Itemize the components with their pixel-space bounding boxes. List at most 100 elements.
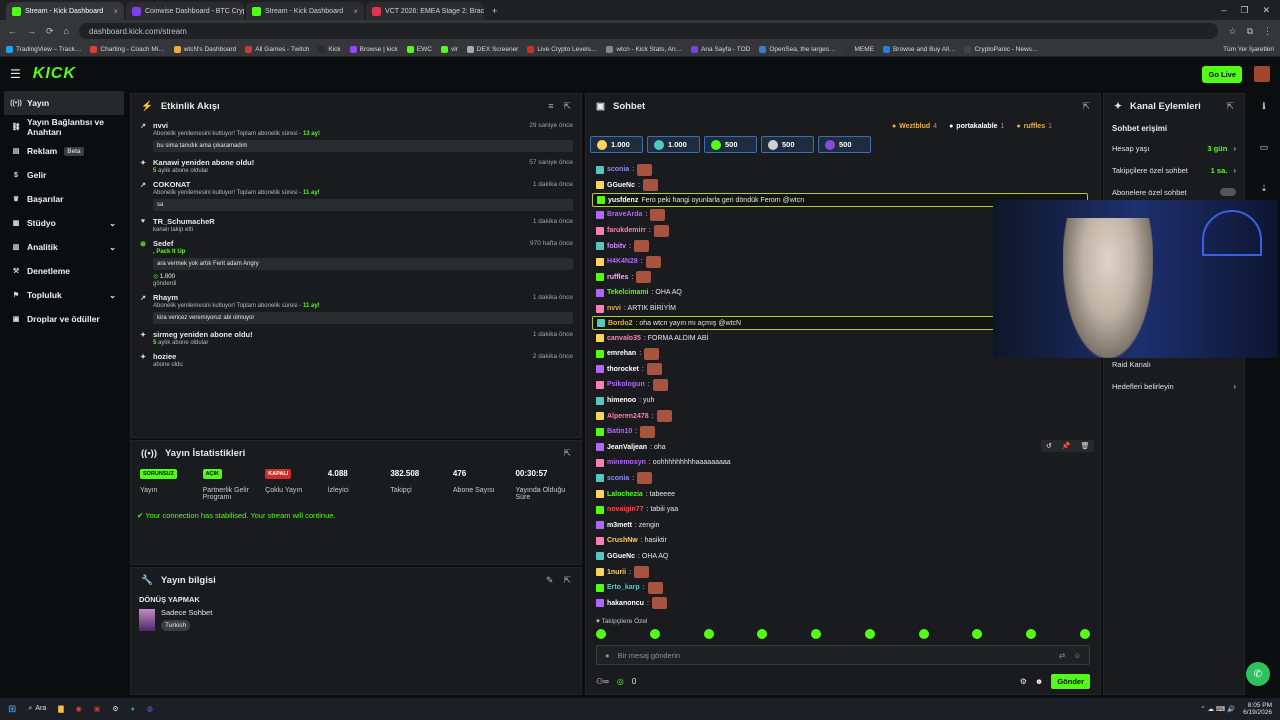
popout-icon[interactable]: ⇱ [1226, 101, 1234, 112]
chat-username[interactable]: yusfdenz [608, 197, 638, 204]
chat-username[interactable]: sconia [607, 166, 629, 173]
smiley-icon[interactable]: ☺ [1073, 651, 1081, 660]
chat-username[interactable]: Erto_karp [607, 584, 640, 591]
chat-username[interactable]: Alperen2478 [607, 413, 649, 420]
sidebar-item-trophy[interactable]: ♛ Başarılar [0, 187, 128, 211]
browser-tab[interactable]: Stream - Kick Dashboard × [246, 2, 364, 20]
chat-username[interactable]: Batin10 [607, 428, 632, 435]
viewers-icon[interactable]: ⚇∞ [596, 677, 609, 686]
sidebar-item-ad[interactable]: ▤ Reklam Beta [0, 139, 128, 163]
settings-icon[interactable]: ⚙ [1020, 677, 1027, 686]
bookmark-item[interactable]: Charting - Coach Mi… [90, 45, 165, 53]
action-item[interactable]: Takipçilere özel sohbet 1 sa. › [1104, 159, 1244, 181]
chat-username[interactable]: Psikologun [607, 381, 645, 388]
chat-support-button[interactable]: ✆ [1246, 662, 1270, 686]
sidebar-item-revenue[interactable]: $ Gelir [0, 163, 128, 187]
chat-username[interactable]: minemosyn [607, 459, 646, 466]
chat-username[interactable]: m3mett [607, 522, 632, 529]
activity-user[interactable]: Sedef [153, 239, 173, 248]
steam-icon[interactable]: ⚙ [112, 705, 118, 713]
chat-username[interactable]: nvvi [607, 305, 621, 312]
action-item[interactable]: Hesap yaşı 3 gün › [1104, 137, 1244, 159]
activity-user[interactable]: Rhaym [153, 293, 178, 302]
activity-user[interactable]: nvvi [153, 121, 168, 130]
bookmark-item[interactable]: EWC [406, 45, 432, 53]
chat-username[interactable]: Tekelcimami [607, 289, 649, 296]
pinned-gift[interactable]: 500 [704, 136, 757, 153]
home-icon[interactable]: ⌂ [64, 26, 69, 36]
hamburger-icon[interactable]: ☰ [10, 67, 21, 81]
extensions-icon[interactable]: ⧉ [1247, 26, 1253, 37]
pinned-gift[interactable]: 1.000 [647, 136, 700, 153]
action-item[interactable]: Hedefleri belirleyin › [1104, 375, 1244, 397]
bookmark-item[interactable]: All Games - Twitch [245, 45, 309, 53]
chat-username[interactable]: farukdemirr [607, 227, 646, 234]
emote-icon[interactable] [972, 629, 983, 639]
bookmark-item[interactable]: OpenSea, the larges… [759, 45, 835, 53]
chat-username[interactable]: 1nurii [607, 569, 626, 576]
chat-toggle-icon[interactable]: ▭ [1260, 142, 1269, 153]
chat-username[interactable]: Lalochezia [607, 491, 643, 498]
chat-username[interactable]: fobitv [607, 243, 626, 250]
popout-icon[interactable]: ⇱ [563, 575, 571, 586]
sidebar-item-community[interactable]: ⚑ Topluluk ⌄ [0, 283, 128, 307]
info-icon[interactable]: ℹ [1262, 101, 1265, 112]
toggle-switch[interactable] [1220, 188, 1236, 196]
chat-username[interactable]: thorocket [607, 366, 639, 373]
chat-username[interactable]: CrushNw [607, 537, 638, 544]
bookmark-item[interactable]: wtcN's Dashboard [173, 45, 236, 53]
url-field[interactable]: dashboard.kick.com/stream [78, 23, 1219, 39]
tray-icons[interactable]: ⌃ ☁ ⌨ 🔊 [1200, 705, 1235, 713]
pinned-gift[interactable]: 500 [761, 136, 814, 153]
emote-icon[interactable] [596, 629, 606, 639]
sidebar-item-link[interactable]: ⛓ Yayın Bağlantısı ve Anahtarı [0, 115, 128, 139]
browser-tab[interactable]: VCT 2026: EMEA Stage 2: Brack× [366, 2, 484, 20]
browser-tab[interactable]: Stream - Kick Dashboard × [6, 2, 124, 20]
folder-icon[interactable]: ▇ [58, 705, 63, 713]
chat-username[interactable]: GGueNc [607, 182, 635, 189]
emote-icon[interactable] [864, 629, 875, 639]
reload-icon[interactable]: ⟳ [46, 26, 54, 37]
close-icon[interactable]: × [353, 7, 358, 16]
new-tab-icon[interactable]: + [486, 6, 503, 20]
emote-icon[interactable] [811, 629, 822, 639]
bookmark-item[interactable]: Ana Sayfa - TOD [691, 45, 750, 53]
emote-icon[interactable] [1026, 629, 1037, 639]
bookmark-item[interactable]: Live Crypto Levels… [527, 45, 597, 53]
chat-username[interactable]: canvalo35 [607, 335, 641, 342]
users-icon[interactable]: ☻ [1035, 677, 1043, 686]
emote-icon[interactable] [649, 629, 660, 639]
avatar[interactable] [1254, 66, 1270, 82]
pin-icon[interactable]: ⇣ [1260, 183, 1268, 194]
emote-icon[interactable] [703, 629, 714, 639]
menu-icon[interactable]: ⋮ [1263, 26, 1272, 37]
emote-icon[interactable] [1079, 629, 1090, 639]
bookmark-item[interactable]: Browse and Buy All… [882, 45, 955, 53]
close-window-icon[interactable]: ✕ [1262, 5, 1270, 16]
chat-username[interactable]: ruffles [607, 274, 628, 281]
kick-logo[interactable]: KICK [33, 65, 76, 83]
activity-user[interactable]: hoziee [153, 352, 176, 361]
pinned-gift[interactable]: 1.000 [590, 136, 643, 153]
activity-user[interactable]: COKONAT [153, 180, 190, 189]
minimize-icon[interactable]: – [1221, 5, 1226, 16]
popout-icon[interactable]: ⇱ [1082, 101, 1090, 112]
activity-user[interactable]: TR_SchumacheR [153, 217, 215, 226]
emote-icon[interactable] [757, 629, 768, 639]
bookmark-item[interactable]: DEX Screener [466, 45, 518, 53]
chat-username[interactable]: JeanValjean [607, 444, 647, 451]
chat-username[interactable]: hakanoncu [607, 600, 644, 607]
sidebar-item-studio[interactable]: ▦ Stüdyo ⌄ [0, 211, 128, 235]
forward-icon[interactable]: → [27, 26, 36, 36]
chat-username[interactable]: himenoo [607, 397, 636, 404]
popout-icon[interactable]: ⇱ [563, 101, 571, 112]
back-icon[interactable]: ← [8, 26, 17, 36]
undo-icon[interactable]: ↺ [1046, 442, 1052, 450]
trash-icon[interactable]: 🗑 [1081, 442, 1090, 450]
sidebar-item-broadcast[interactable]: ((•)) Yayın [4, 91, 124, 115]
sidebar-item-drops[interactable]: ▣ Droplar ve ödüller [0, 307, 128, 331]
discord-icon[interactable]: ◍ [147, 705, 153, 713]
bookmark-item[interactable]: vlr [440, 45, 458, 53]
close-icon[interactable]: × [113, 7, 118, 16]
star-icon[interactable]: ☆ [1228, 26, 1236, 37]
